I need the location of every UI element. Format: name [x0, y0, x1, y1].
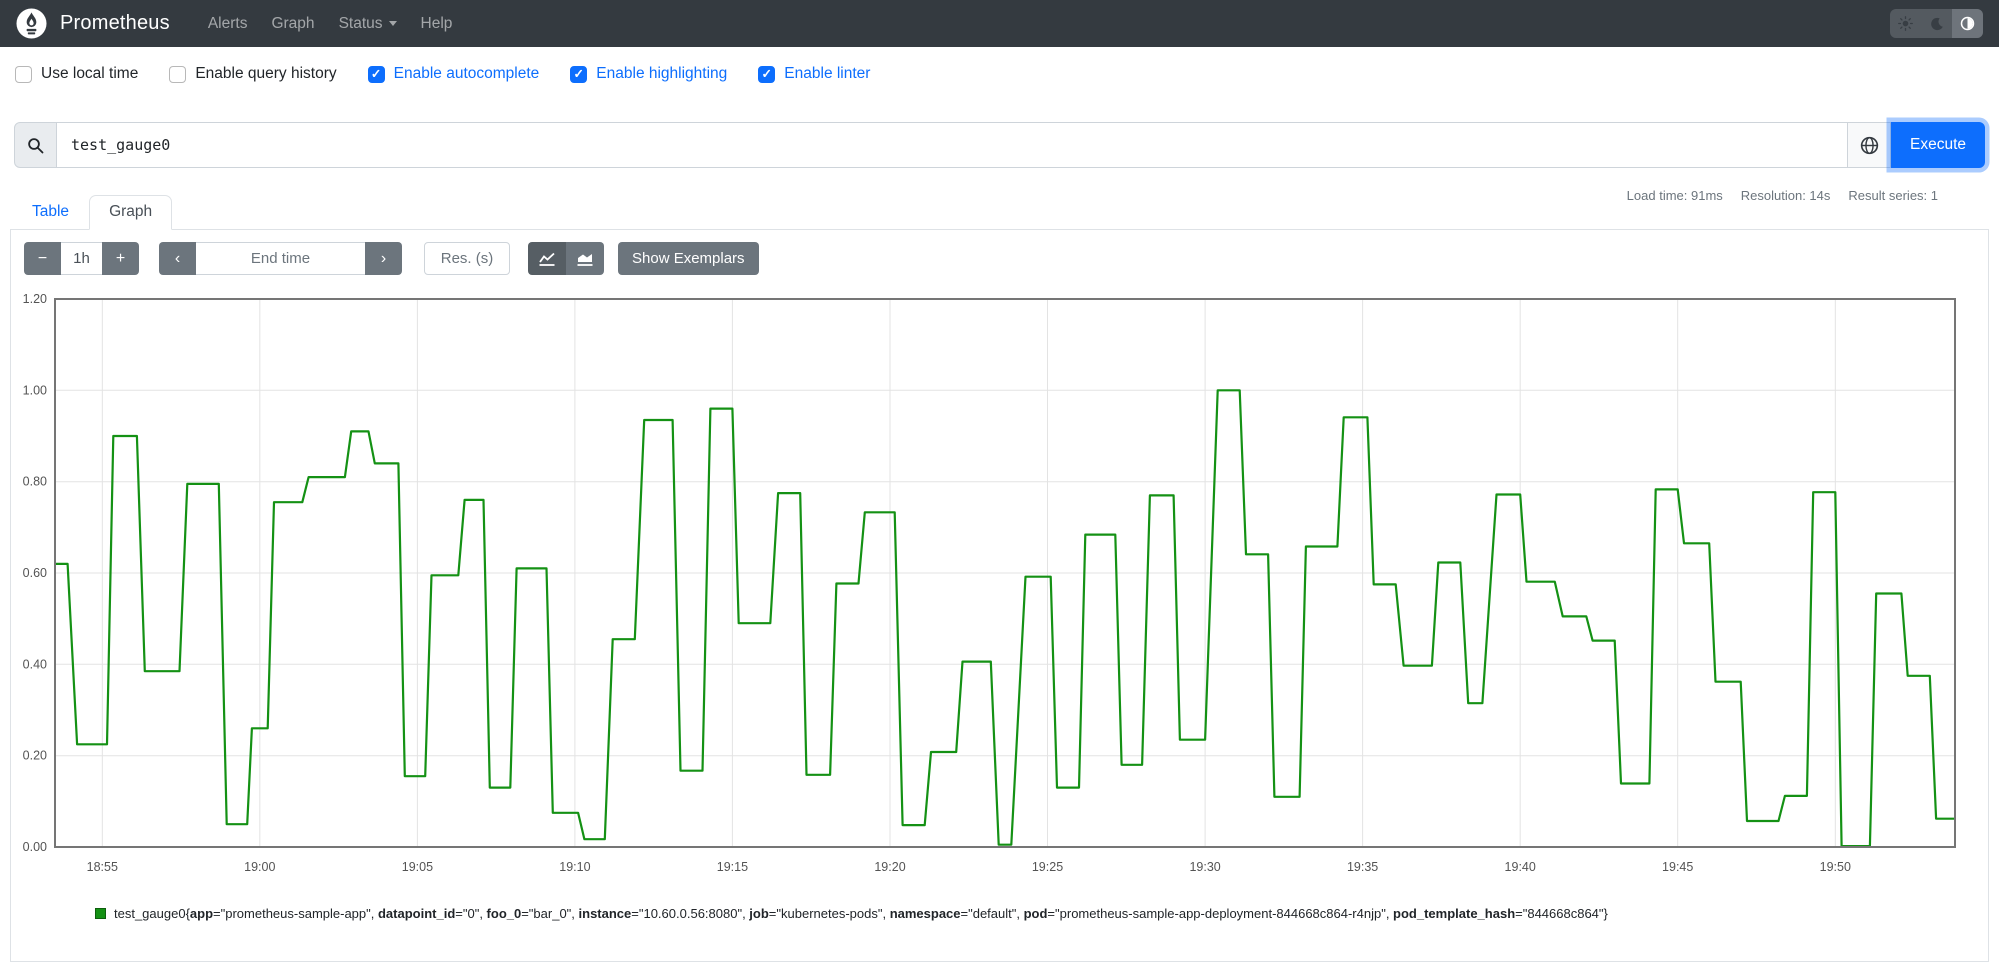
svg-text:0.20: 0.20	[23, 749, 47, 763]
svg-text:1.20: 1.20	[23, 292, 47, 306]
nav-links: Alerts Graph Status Help	[196, 7, 465, 41]
expression-input[interactable]	[57, 122, 1848, 168]
nav-item-graph[interactable]: Graph	[259, 7, 326, 41]
auto-theme-button[interactable]	[1952, 9, 1983, 38]
search-icon	[28, 137, 44, 153]
graph-controls: − + ‹ › Show Exemplars	[24, 242, 759, 275]
checkbox-label[interactable]: Enable autocomplete	[394, 65, 540, 83]
result-series: Result series: 1	[1848, 188, 1938, 203]
chart-type-toggle	[528, 242, 604, 275]
nav-item-help[interactable]: Help	[409, 7, 465, 41]
nav-item-status[interactable]: Status	[327, 7, 409, 41]
checkbox-label[interactable]: Use local time	[41, 65, 138, 83]
checkbox-icon[interactable]	[367, 65, 385, 83]
query-input-prepend	[14, 122, 57, 168]
theme-toggle-group	[1890, 9, 1983, 38]
use-local-time-checkbox[interactable]: Use local time	[15, 65, 138, 83]
series-label: test_gauge0{app="prometheus-sample-app",…	[114, 906, 1608, 921]
chevron-down-icon	[388, 20, 397, 26]
sun-icon	[1898, 16, 1913, 31]
series-color-swatch	[95, 908, 106, 919]
svg-text:19:45: 19:45	[1662, 860, 1693, 874]
execute-button[interactable]: Execute	[1891, 122, 1985, 168]
stacked-chart-button[interactable]	[566, 242, 604, 275]
line-chart-button[interactable]	[528, 242, 566, 275]
checkbox-label[interactable]: Enable highlighting	[596, 65, 727, 83]
stacked-chart-icon	[577, 253, 593, 266]
query-input-group: Execute	[14, 122, 1985, 168]
svg-text:19:00: 19:00	[244, 860, 275, 874]
svg-text:19:40: 19:40	[1505, 860, 1536, 874]
load-time: Load time: 91ms	[1626, 188, 1723, 203]
metrics-explorer-button[interactable]	[1848, 122, 1891, 168]
graph-panel: − + ‹ › Show Exemplars	[10, 229, 1989, 962]
checkbox-icon[interactable]	[570, 65, 588, 83]
svg-text:19:10: 19:10	[559, 860, 590, 874]
svg-text:19:50: 19:50	[1820, 860, 1851, 874]
navbar: Prometheus Alerts Graph Status Help	[0, 0, 1999, 47]
resolution-input[interactable]	[424, 242, 510, 275]
svg-text:0.00: 0.00	[23, 840, 47, 854]
checkbox-icon[interactable]	[15, 65, 32, 83]
back-time-button[interactable]: ‹	[159, 242, 196, 275]
globe-icon	[1860, 136, 1878, 154]
forward-time-button[interactable]: ›	[365, 242, 402, 275]
svg-text:0.40: 0.40	[23, 657, 47, 671]
result-tabs: Table Graph	[12, 195, 173, 230]
time-series-chart[interactable]: 0.00 0.20 0.40 0.60 0.80 1.00 1.20 18:55 19:00 19…	[11, 288, 1988, 900]
line-chart-icon	[539, 252, 555, 266]
end-time-input[interactable]	[196, 242, 365, 275]
svg-text:19:05: 19:05	[402, 860, 433, 874]
prometheus-brand[interactable]: Prometheus	[16, 8, 170, 39]
nav-item-alerts[interactable]: Alerts	[196, 7, 260, 41]
svg-text:0.60: 0.60	[23, 566, 47, 580]
decrease-range-button[interactable]: −	[24, 242, 61, 275]
end-time-control: ‹ ›	[159, 242, 402, 275]
svg-text:18:55: 18:55	[87, 860, 118, 874]
contrast-icon	[1960, 16, 1975, 31]
svg-text:1.00: 1.00	[23, 383, 47, 397]
range-control: − +	[24, 242, 139, 275]
enable-query-history-checkbox[interactable]: Enable query history	[169, 65, 337, 83]
range-input[interactable]	[61, 242, 102, 275]
dark-theme-button[interactable]	[1921, 9, 1952, 38]
legend-item[interactable]: test_gauge0{app="prometheus-sample-app",…	[95, 906, 1608, 921]
checkbox-icon[interactable]	[758, 65, 776, 83]
query-stats: Load time: 91ms Resolution: 14s Result s…	[1609, 188, 1938, 203]
enable-linter-checkbox[interactable]: Enable linter	[758, 65, 870, 83]
query-options-row: Use local time Enable query history Enab…	[15, 59, 901, 89]
light-theme-button[interactable]	[1890, 9, 1921, 38]
enable-autocomplete-checkbox[interactable]: Enable autocomplete	[367, 65, 540, 83]
tab-table[interactable]: Table	[12, 195, 89, 230]
svg-text:19:35: 19:35	[1347, 860, 1378, 874]
svg-text:19:25: 19:25	[1032, 860, 1063, 874]
nav-item-status-label: Status	[338, 14, 383, 32]
enable-highlighting-checkbox[interactable]: Enable highlighting	[570, 65, 727, 83]
svg-text:19:20: 19:20	[874, 860, 905, 874]
resolution: Resolution: 14s	[1740, 188, 1831, 203]
increase-range-button[interactable]: +	[102, 242, 139, 275]
checkbox-label[interactable]: Enable query history	[195, 65, 336, 83]
svg-text:0.80: 0.80	[23, 475, 47, 489]
checkbox-label[interactable]: Enable linter	[784, 65, 870, 83]
brand-title: Prometheus	[60, 12, 170, 34]
svg-text:19:15: 19:15	[717, 860, 748, 874]
tab-graph[interactable]: Graph	[89, 195, 173, 230]
prometheus-logo-icon	[16, 8, 47, 39]
show-exemplars-button[interactable]: Show Exemplars	[618, 242, 759, 275]
svg-text:19:30: 19:30	[1189, 860, 1220, 874]
moon-icon	[1930, 17, 1943, 30]
checkbox-icon[interactable]	[169, 65, 187, 83]
